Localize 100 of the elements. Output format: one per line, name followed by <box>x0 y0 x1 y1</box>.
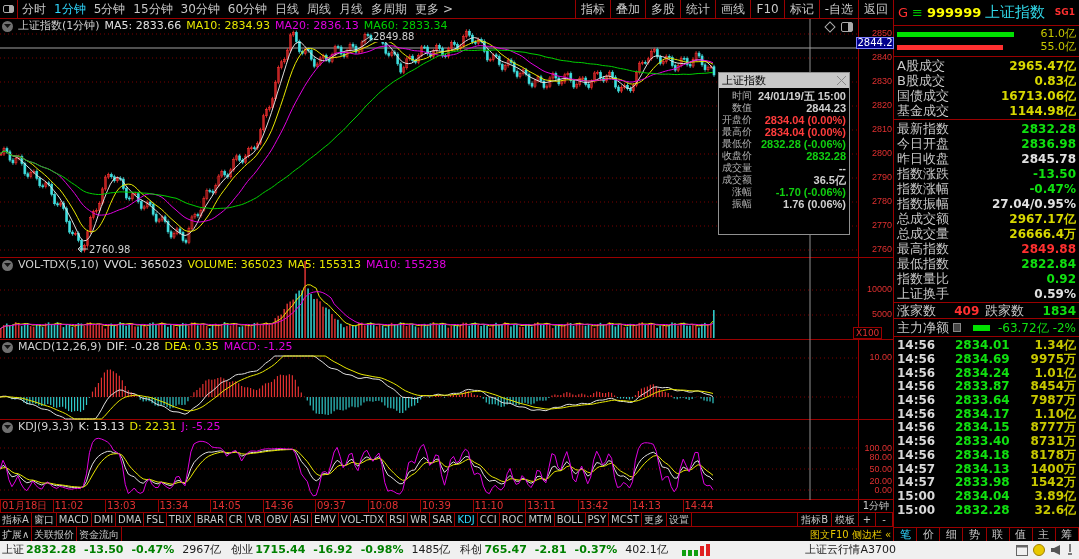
indicator-tab[interactable]: FSL <box>144 513 167 526</box>
side-link[interactable]: 侧边栏 « <box>851 527 891 541</box>
toolbar-button[interactable]: -自选 <box>818 0 858 18</box>
indicator-tab[interactable]: RSI <box>387 513 409 526</box>
indicator-tab[interactable]: TRIX <box>166 513 195 526</box>
period-tab[interactable]: 60分钟 <box>227 0 268 18</box>
time-label: 13:11 <box>525 500 578 512</box>
collapse-icon[interactable] <box>2 341 13 353</box>
axis-label: 50.00 <box>869 465 892 474</box>
indicator-tab[interactable]: BRAR <box>194 513 227 526</box>
indicator-tab[interactable]: 设置 <box>667 513 693 526</box>
side-link[interactable]: 图文F10 <box>810 527 849 541</box>
legend-label: J: -5.25 <box>181 420 221 434</box>
indicator-tab[interactable]: DMI <box>91 513 117 526</box>
popup-label: 最高价 <box>722 126 752 138</box>
indicator-tab[interactable]: ROC <box>499 513 527 526</box>
index-name: 创业 <box>231 541 254 558</box>
panel-toggle-icon[interactable] <box>841 22 853 32</box>
list-icon[interactable] <box>953 323 962 332</box>
index-amount: 1485亿 <box>411 541 451 558</box>
indicator-tab[interactable]: MCST <box>609 513 643 526</box>
stat-label: 总成交额 <box>897 211 949 226</box>
indicator-tab[interactable]: BOLL <box>554 513 586 526</box>
indicator-tab[interactable]: CR <box>226 513 246 526</box>
sidebar-toggle-icon[interactable] <box>0 0 18 19</box>
high-price-label: 2849.88 <box>373 31 415 42</box>
indicator-tab[interactable]: DMA <box>116 513 145 526</box>
axis-label: 2760 <box>871 245 892 254</box>
window-icon[interactable] <box>1016 544 1028 556</box>
collapse-icon[interactable] <box>2 421 13 433</box>
coin-icon[interactable] <box>1033 544 1045 556</box>
indicator-tab[interactable]: MACD <box>56 513 92 526</box>
period-tab[interactable]: 分时 <box>22 0 46 18</box>
indicator-tab[interactable]: WR <box>408 513 431 526</box>
period-tab[interactable]: 30分钟 <box>180 0 220 18</box>
indicator-tab[interactable]: OBV <box>264 513 291 526</box>
indicator-tab[interactable]: 模板 <box>831 513 858 526</box>
period-tab[interactable]: 月线 <box>339 0 364 18</box>
period-tab[interactable]: 15分钟 <box>133 0 173 18</box>
toolbar-button[interactable]: 统计 <box>680 0 716 18</box>
period-tab[interactable]: 更多 > <box>415 0 453 18</box>
indicator-tab[interactable]: EMV <box>312 513 339 526</box>
stat-value: 2836.98 <box>1021 136 1076 151</box>
indicator-tab[interactable]: VOL-TDX <box>338 513 388 526</box>
index-percent: -0.47% <box>131 541 175 558</box>
legend-label: MACD: -1.25 <box>223 340 293 354</box>
period-tab[interactable]: 5分钟 <box>93 0 126 18</box>
period-tab[interactable]: 周线 <box>307 0 332 18</box>
stat-value: 2965.47亿 <box>1009 58 1076 73</box>
toolbar-button[interactable]: 标记 <box>783 0 819 18</box>
market-bars-icon[interactable] <box>681 544 712 556</box>
tick-volume: 1.34亿 <box>1033 339 1076 353</box>
indicator-tab[interactable]: 指标A <box>0 513 32 526</box>
tick-price: 2834.69 <box>955 353 1011 367</box>
indicator-tab[interactable]: 更多 <box>642 513 668 526</box>
indicator-tab[interactable]: CCI <box>477 513 500 526</box>
tick-price: 2834.17 <box>955 407 1011 421</box>
time-label: 11:02 <box>52 500 105 512</box>
indicator-tab[interactable]: ASI <box>290 513 312 526</box>
indicator-tab[interactable]: MTM <box>526 513 555 526</box>
period-tab[interactable]: 1分钟 <box>54 0 86 18</box>
period-label: 1分钟 <box>858 500 893 512</box>
tick-time: 14:57 <box>897 476 937 490</box>
stat-value: -0.47% <box>1029 181 1076 196</box>
period-tab[interactable]: 多周期 <box>371 0 408 18</box>
menu-icon[interactable]: ≡ <box>912 2 923 23</box>
stat-value: 27.04/0.95% <box>992 196 1076 211</box>
indicator-tab[interactable]: KDJ <box>455 513 478 526</box>
tick-volume: 8777万 <box>1029 421 1076 435</box>
period-tab[interactable]: 日线 <box>275 0 300 18</box>
stat-label: 最新指数 <box>897 121 949 136</box>
tick-price: 2833.87 <box>955 380 1011 394</box>
zoom-button[interactable]: + <box>859 513 876 526</box>
indicator-tab[interactable]: PSY <box>585 513 609 526</box>
toolbar-button[interactable]: 指标 <box>575 0 611 18</box>
popup-value: 2844.23 <box>806 102 846 114</box>
toolbar-button[interactable]: 返回 <box>858 0 893 18</box>
popup-value: 2834.04 (0.00%) <box>764 126 846 138</box>
tick-volume: 8454万 <box>1029 380 1076 394</box>
time-label: 14:05 <box>210 500 263 512</box>
toolbar-button[interactable]: 多股 <box>645 0 681 18</box>
axis-label: 2770 <box>871 221 892 230</box>
tick-volume: 1.01亿 <box>1033 366 1076 380</box>
indicator-tab[interactable]: 窗口 <box>31 513 57 526</box>
indicator-tab[interactable]: SAR <box>430 513 456 526</box>
toolbar-button[interactable]: F10 <box>750 0 784 18</box>
stat-label: 指数涨跌 <box>897 166 949 181</box>
axis-label: 100.00 <box>864 444 892 453</box>
stat-value: 0.59% <box>1034 286 1076 301</box>
toolbar-button[interactable]: 画线 <box>715 0 751 18</box>
megaphone-icon[interactable] <box>1050 544 1062 556</box>
toolbar-button[interactable]: 叠加 <box>610 0 646 18</box>
stat-value: -63.72亿 <box>997 320 1049 335</box>
zoom-button[interactable]: - <box>876 513 893 526</box>
leader-line <box>362 35 372 43</box>
collapse-icon[interactable] <box>2 20 13 32</box>
indicator-tab[interactable]: 指标B <box>797 513 831 526</box>
indicator-tab[interactable]: VR <box>245 513 265 526</box>
stat-value: 2832.28 <box>1021 121 1076 136</box>
collapse-icon[interactable] <box>2 259 13 271</box>
